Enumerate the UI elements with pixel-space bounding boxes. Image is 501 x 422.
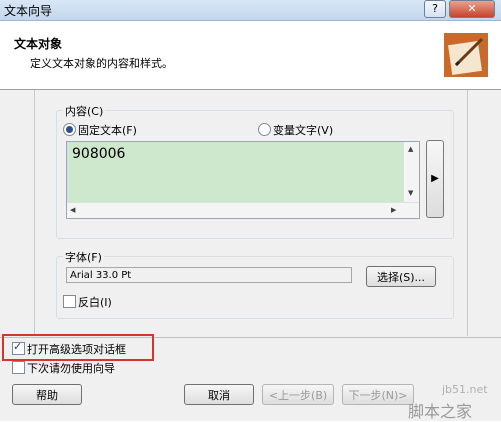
variable-text-radio[interactable] — [258, 123, 271, 136]
watermark-site: jb51.net — [442, 383, 488, 396]
choose-font-button[interactable]: 选择(S)... — [366, 266, 436, 287]
scroll-left-icon[interactable]: ◀ — [70, 206, 75, 214]
help-button[interactable]: 帮助 — [12, 384, 82, 405]
font-display-field: Arial 33.0 Pt — [66, 267, 352, 283]
next-button[interactable]: 下一步(N)> — [342, 384, 414, 405]
content-group-label: 内容(C) — [63, 103, 106, 119]
horizontal-scrollbar[interactable]: ◀ ▶ — [67, 202, 419, 218]
text-content-area[interactable]: 908006 ▲ ▼ ◀ ▶ — [66, 141, 420, 219]
header-title: 文本对象 — [14, 37, 63, 51]
title-help-button[interactable]: ? — [424, 0, 446, 18]
fixed-text-radio[interactable] — [63, 123, 76, 136]
open-advanced-label: 打开高级选项对话框 — [27, 343, 126, 356]
prev-button[interactable]: <上一步(B) — [262, 384, 334, 405]
wizard-header: 文本对象 定义文本对象的内容和样式。 — [0, 21, 501, 90]
open-advanced-checkbox[interactable] — [12, 340, 25, 355]
scroll-right-icon[interactable]: ▶ — [391, 206, 396, 214]
scroll-down-icon[interactable]: ▼ — [408, 189, 413, 197]
pen-paper-icon — [444, 33, 488, 77]
text-value: 908006 — [72, 146, 126, 162]
no-wizard-checkbox[interactable] — [12, 361, 25, 374]
variable-text-label: 变量文字(V) — [273, 124, 334, 137]
window-close-button[interactable]: ✕ — [449, 0, 495, 18]
window-title: 文本向导 — [4, 4, 53, 18]
header-description: 定义文本对象的内容和样式。 — [30, 57, 173, 70]
title-bar: 文本向导 ? ✕ — [0, 0, 501, 21]
vertical-scrollbar[interactable]: ▲ ▼ — [403, 142, 419, 202]
scroll-up-icon[interactable]: ▲ — [408, 145, 413, 153]
fixed-text-label: 固定文本(F) — [78, 124, 137, 137]
cancel-button[interactable]: 取消 — [184, 384, 254, 405]
reverse-checkbox[interactable] — [63, 295, 76, 308]
insert-field-button[interactable]: ▶ — [426, 140, 444, 218]
watermark-brand: 脚本之家 — [408, 402, 473, 421]
reverse-label: 反白(I) — [78, 296, 112, 309]
font-group-label: 字体(F) — [63, 249, 104, 265]
no-wizard-label: 下次请勿使用向导 — [27, 362, 115, 375]
